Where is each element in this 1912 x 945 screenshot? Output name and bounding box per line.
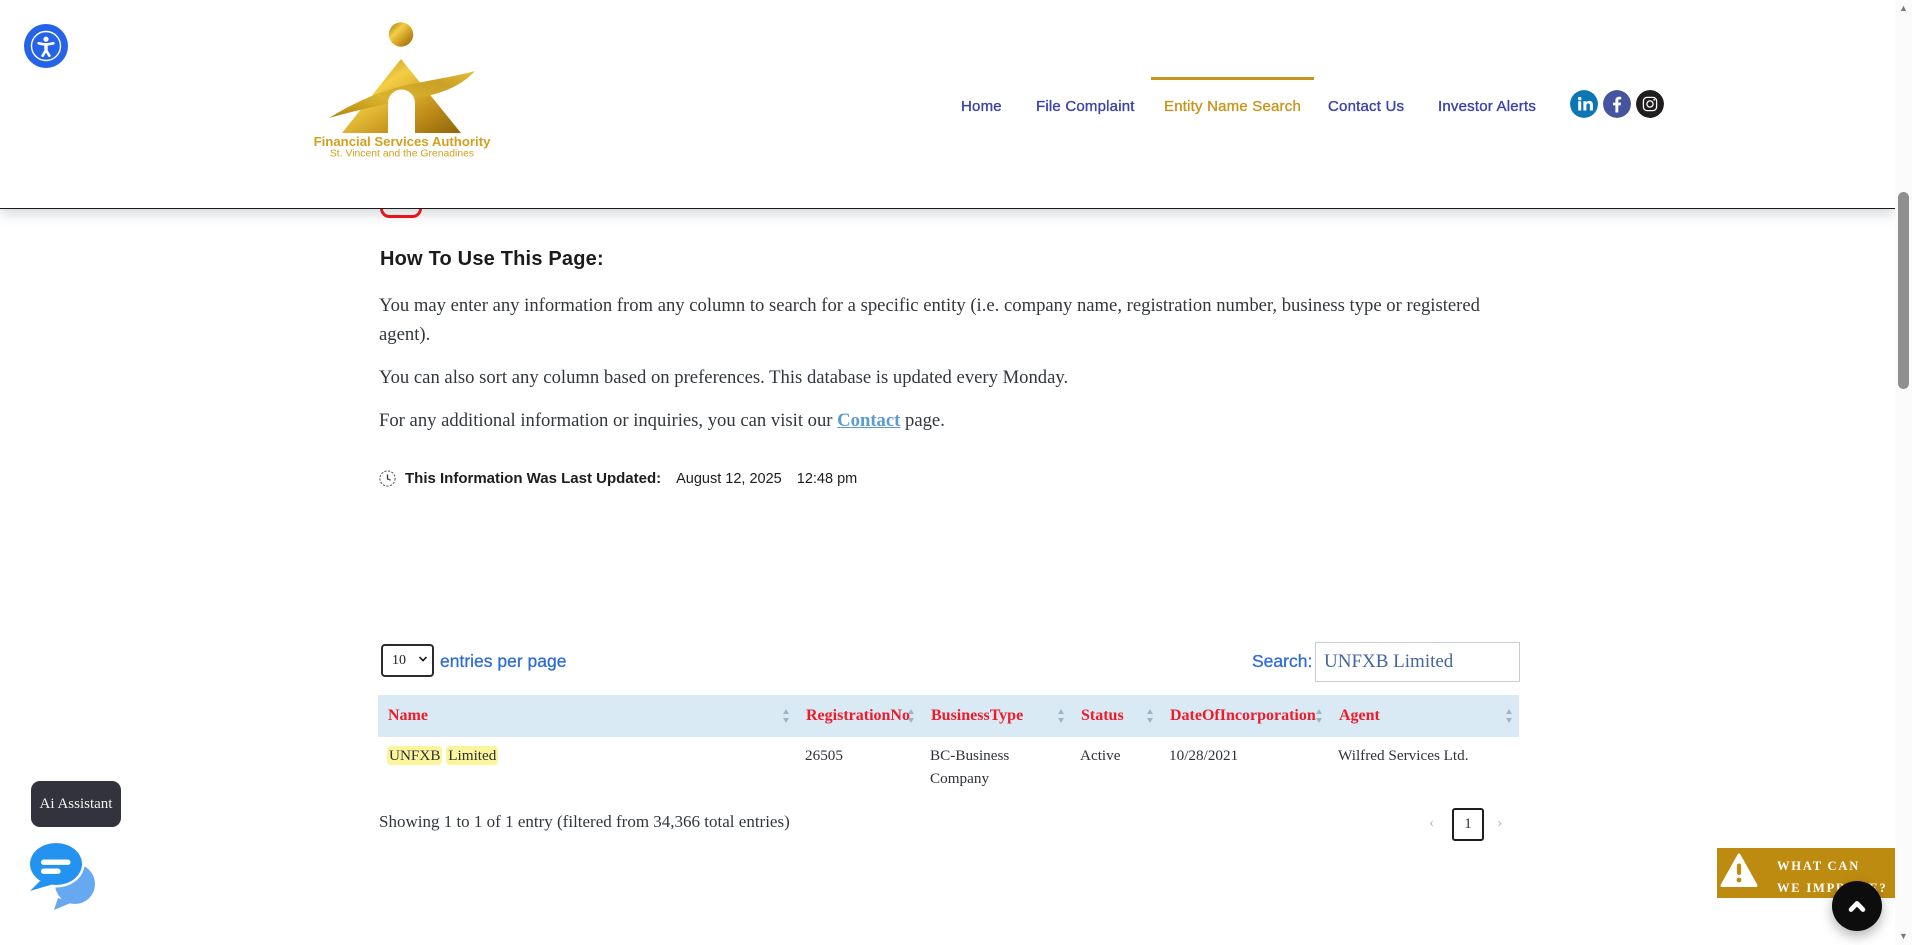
svg-text:St. Vincent and the Grenadines: St. Vincent and the Grenadines — [330, 149, 474, 160]
svg-text:Financial Services Authority: Financial Services Authority — [314, 134, 492, 149]
